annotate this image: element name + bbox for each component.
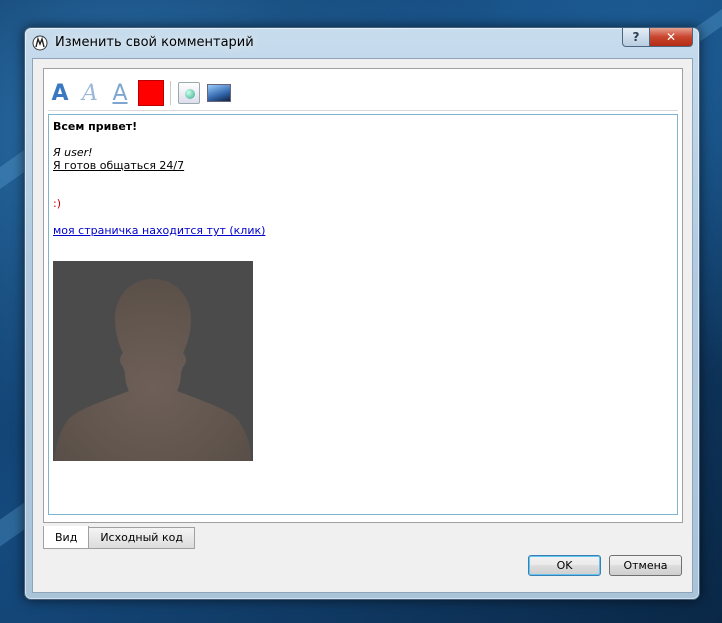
- avatar: [53, 261, 253, 461]
- text-color-button[interactable]: [138, 80, 164, 106]
- tab-view[interactable]: Вид: [43, 526, 90, 549]
- underline-button[interactable]: A: [108, 81, 132, 106]
- formatting-toolbar: A A A: [48, 79, 237, 107]
- picture-icon: [207, 84, 231, 102]
- toolbar-divider: [48, 110, 678, 111]
- globe-link-icon: [178, 82, 200, 104]
- ok-button[interactable]: OK: [528, 555, 601, 576]
- app-icon: [32, 35, 48, 51]
- toolbar-separator: [170, 81, 171, 105]
- greeting-text: Всем привет!: [53, 120, 138, 133]
- profile-link[interactable]: моя страничка находится тут (клик): [53, 224, 265, 237]
- underlined-text: Я готов общаться 24/7: [53, 159, 185, 172]
- person-silhouette-icon: [53, 261, 253, 461]
- insert-image-button[interactable]: [207, 81, 231, 105]
- rich-text-editor[interactable]: Всем привет! Я user! Я готов общаться 24…: [48, 114, 678, 515]
- cancel-button[interactable]: Отмена: [609, 555, 682, 576]
- bold-button[interactable]: A: [48, 81, 72, 106]
- dialog-window: Изменить свой комментарий ? ✕ A A A Всем…: [24, 27, 700, 600]
- close-button[interactable]: ✕: [650, 28, 693, 47]
- title-bar[interactable]: Изменить свой комментарий ? ✕: [25, 28, 699, 58]
- insert-link-button[interactable]: [177, 81, 201, 105]
- smile-text: :): [53, 197, 61, 210]
- italic-button[interactable]: A: [78, 81, 102, 106]
- italic-text: Я user!: [53, 146, 93, 159]
- dialog-client-area: A A A Всем привет! Я user! Я готов общат…: [32, 58, 693, 593]
- tab-source-code[interactable]: Исходный код: [89, 527, 195, 549]
- window-title: Изменить свой комментарий: [55, 35, 254, 50]
- editor-panel: A A A Всем привет! Я user! Я готов общат…: [43, 68, 683, 523]
- help-button[interactable]: ?: [622, 28, 650, 47]
- view-tabs: Вид Исходный код: [43, 526, 195, 549]
